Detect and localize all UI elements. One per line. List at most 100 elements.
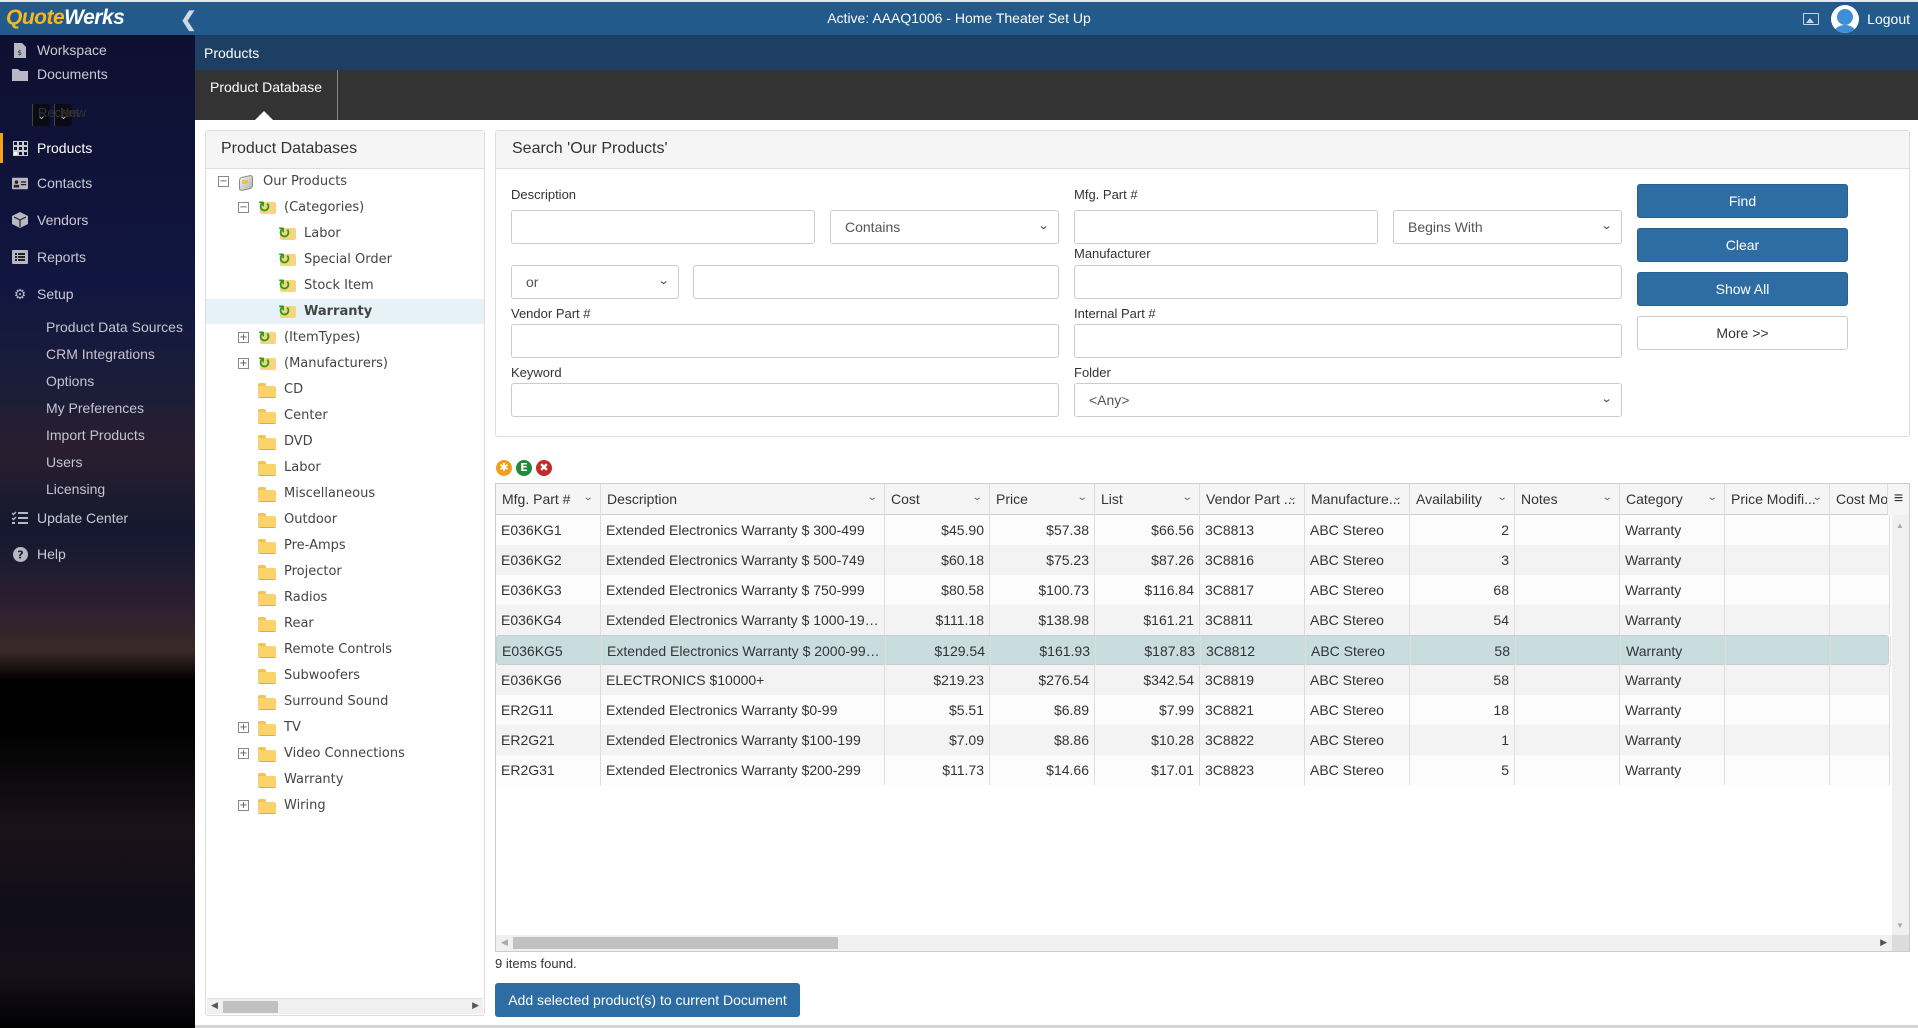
vendor-part-input[interactable] <box>511 324 1059 358</box>
vertical-scrollbar[interactable]: ▲ ▼ <box>1892 515 1909 936</box>
show-all-button[interactable]: Show All <box>1637 272 1848 306</box>
new-document-button[interactable]: New ⌄ <box>54 104 86 126</box>
sidebar-item-contacts[interactable]: Contacts <box>0 168 195 198</box>
collapse-icon[interactable]: − <box>218 176 229 187</box>
column-dropdown-icon[interactable]: ⌄ <box>1286 492 1297 503</box>
table-row[interactable]: E036KG1 Extended Electronics Warranty $ 3… <box>496 515 1890 545</box>
tree-node[interactable]: Labor <box>238 455 321 480</box>
collapse-icon[interactable]: − <box>238 202 249 213</box>
clear-button[interactable]: Clear <box>1637 228 1848 262</box>
breadcrumb-products[interactable]: Products <box>204 45 259 61</box>
scroll-up-icon[interactable]: ▲ <box>1896 521 1904 530</box>
scroll-left-icon[interactable]: ◀ <box>501 937 508 948</box>
user-avatar[interactable] <box>1831 5 1860 33</box>
tree-node[interactable]: − Our Products <box>218 169 347 194</box>
sidebar-item-products[interactable]: Products <box>0 133 195 163</box>
keyword-input[interactable] <box>511 383 1059 417</box>
find-button[interactable]: Find <box>1637 184 1848 218</box>
tree-node[interactable]: Labor <box>258 221 341 246</box>
manufacturer-input[interactable] <box>1074 265 1622 299</box>
expand-icon[interactable]: + <box>238 748 249 759</box>
tree-node[interactable]: Stock Item <box>258 273 374 298</box>
column-menu-icon[interactable]: ≡ <box>1887 484 1909 515</box>
column-header-availability[interactable]: Availability ⌄ <box>1410 484 1515 515</box>
tree-node[interactable]: Center <box>238 403 328 428</box>
column-dropdown-icon[interactable]: ⌄ <box>1811 492 1822 503</box>
chevron-left-icon[interactable]: ❮ <box>180 7 197 32</box>
sidebar-item-vendors[interactable]: Vendors <box>0 205 195 235</box>
column-header-cost[interactable]: Cost ⌄ <box>885 484 990 515</box>
column-header-list[interactable]: List ⌄ <box>1095 484 1200 515</box>
quotewerks-logo[interactable]: QuoteWerks <box>6 6 125 30</box>
setup-product-data-sources[interactable]: Product Data Sources <box>46 319 183 335</box>
tree-node[interactable]: + Video Connections <box>238 741 405 766</box>
horizontal-scrollbar[interactable]: ◀ ▶ <box>496 935 1892 951</box>
tree-node[interactable]: Warranty <box>238 767 343 792</box>
setup-options[interactable]: Options <box>46 373 94 389</box>
scrollbar-thumb[interactable] <box>223 1001 278 1013</box>
tree-node[interactable]: CD <box>238 377 303 402</box>
image-icon[interactable] <box>1803 13 1820 25</box>
tree-node[interactable]: Pre-Amps <box>238 533 346 558</box>
tree-node[interactable]: Subwoofers <box>238 663 360 688</box>
active-document-title[interactable]: Active: AAAQ1006 - Home Theater Set Up <box>827 10 1091 26</box>
horizontal-scrollbar[interactable]: ◀ ▶ <box>207 998 483 1014</box>
table-row[interactable]: ER2G21 Extended Electronics Warranty $100… <box>496 725 1890 755</box>
column-header-category[interactable]: Category ⌄ <box>1620 484 1725 515</box>
recent-documents-button[interactable]: Recent ⌄ <box>32 104 79 126</box>
column-dropdown-icon[interactable]: ⌄ <box>1496 492 1507 503</box>
more-button[interactable]: More >> <box>1637 316 1848 350</box>
column-header-cost-modifier[interactable]: Cost Mo <box>1830 484 1890 515</box>
column-header-mfg-part[interactable]: Mfg. Part # ⌄ <box>496 484 601 515</box>
tree-node[interactable]: + Wiring <box>238 793 326 818</box>
tab-product-database[interactable]: Product Database <box>195 70 338 120</box>
expand-icon[interactable]: + <box>238 722 249 733</box>
logout-link[interactable]: Logout <box>1867 11 1910 27</box>
setup-licensing[interactable]: Licensing <box>46 481 105 497</box>
table-row[interactable]: E036KG3 Extended Electronics Warranty $ 7… <box>496 575 1890 605</box>
setup-my-preferences[interactable]: My Preferences <box>46 400 144 416</box>
tree-node[interactable]: Special Order <box>258 247 392 272</box>
sidebar-item-update-center[interactable]: Update Center <box>0 503 195 533</box>
sidebar-item-documents[interactable]: Documents <box>0 59 195 89</box>
mfg-part-match-select[interactable]: Begins With ⌄ <box>1393 210 1622 244</box>
scroll-left-icon[interactable]: ◀ <box>211 1000 218 1011</box>
new-star-icon[interactable]: ✱ <box>496 460 512 476</box>
scroll-down-icon[interactable]: ▼ <box>1896 921 1904 930</box>
mfg-part-input[interactable] <box>1074 210 1378 244</box>
tree-node[interactable]: − (Categories) <box>238 195 364 220</box>
column-header-vendor-part[interactable]: Vendor Part ... ⌄ <box>1200 484 1305 515</box>
column-dropdown-icon[interactable]: ⌄ <box>971 492 982 503</box>
tree-node[interactable]: Warranty <box>206 299 484 324</box>
tree-node[interactable]: + (ItemTypes) <box>238 325 360 350</box>
column-dropdown-icon[interactable]: ⌄ <box>1601 492 1612 503</box>
table-row[interactable]: E036KG6 ELECTRONICS $10000+ $219.23 $276.54… <box>496 665 1890 695</box>
table-row[interactable]: E036KG2 Extended Electronics Warranty $ 5… <box>496 545 1890 575</box>
column-header-manufacturer[interactable]: Manufacture... ⌄ <box>1305 484 1410 515</box>
description-input[interactable] <box>511 210 815 244</box>
tree-node[interactable]: Rear <box>238 611 314 636</box>
table-row[interactable]: E036KG5 Extended Electronics Warranty $ 2… <box>496 635 1891 666</box>
tree-node[interactable]: Surround Sound <box>238 689 388 714</box>
tree-node[interactable]: + TV <box>238 715 301 740</box>
tree-node[interactable]: Projector <box>238 559 342 584</box>
folder-select[interactable]: <Any> ⌄ <box>1074 383 1622 417</box>
tree-node[interactable]: Outdoor <box>238 507 337 532</box>
internal-part-input[interactable] <box>1074 324 1622 358</box>
sidebar-item-setup[interactable]: ⚙ Setup <box>0 279 195 309</box>
setup-crm-integrations[interactable]: CRM Integrations <box>46 346 155 362</box>
expand-icon[interactable]: + <box>238 358 249 369</box>
table-row[interactable]: ER2G11 Extended Electronics Warranty $0-9… <box>496 695 1890 725</box>
tree-node[interactable]: + (Manufacturers) <box>238 351 388 376</box>
tree-node[interactable]: Remote Controls <box>238 637 392 662</box>
second-description-input[interactable] <box>693 265 1059 299</box>
column-dropdown-icon[interactable]: ⌄ <box>1391 492 1402 503</box>
table-row[interactable]: E036KG4 Extended Electronics Warranty $ 1… <box>496 605 1890 635</box>
column-header-notes[interactable]: Notes ⌄ <box>1515 484 1620 515</box>
column-dropdown-icon[interactable]: ⌄ <box>866 492 877 503</box>
setup-import-products[interactable]: Import Products <box>46 427 145 443</box>
tree-node[interactable]: Miscellaneous <box>238 481 375 506</box>
tree-node[interactable]: DVD <box>238 429 313 454</box>
add-selected-products-button[interactable]: Add selected product(s) to current Docum… <box>495 983 800 1017</box>
column-header-price-modifier[interactable]: Price Modifi... ⌄ <box>1725 484 1830 515</box>
